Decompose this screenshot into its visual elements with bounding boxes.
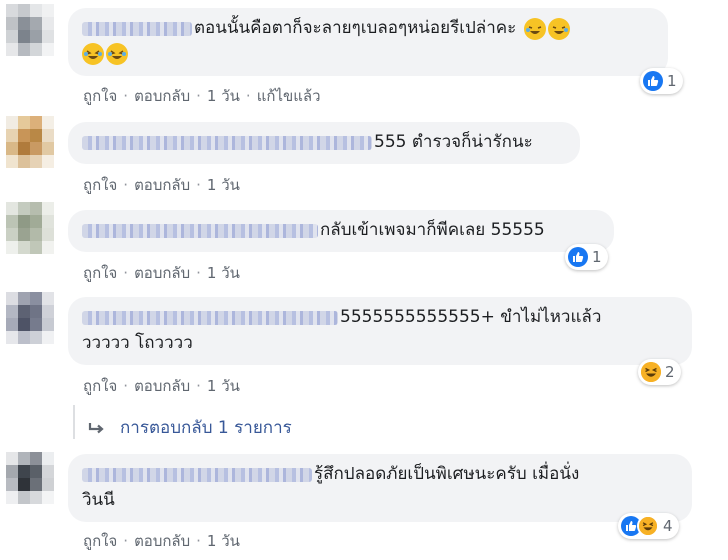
rofl-emoji-icon xyxy=(523,17,546,40)
timestamp[interactable]: 1 วัน xyxy=(207,87,240,105)
laughing-emoji-icon xyxy=(82,42,104,65)
avatar[interactable] xyxy=(6,452,54,504)
like-icon xyxy=(568,247,588,267)
commenter-name[interactable] xyxy=(82,21,192,36)
reply-button[interactable]: ตอบกลับ xyxy=(134,532,190,550)
like-icon xyxy=(643,71,663,91)
timestamp[interactable]: 1 วัน xyxy=(207,176,240,194)
haha-icon xyxy=(641,362,661,382)
timestamp[interactable]: 1 วัน xyxy=(207,377,240,395)
haha-icon xyxy=(637,515,659,537)
like-button[interactable]: ถูกใจ xyxy=(83,176,117,194)
commenter-name[interactable] xyxy=(82,223,318,238)
reply-thread-line xyxy=(73,405,75,439)
timestamp[interactable]: 1 วัน xyxy=(207,532,240,550)
comment-bubble: ตอนนั้นคือตาก็จะลายๆเบลอๆหน่อยรีเปล่าคะ xyxy=(68,8,668,76)
laughing-emoji-icon xyxy=(106,42,128,65)
comment-actions: ถูกใจ · ตอบกลับ · 1 วัน xyxy=(83,264,240,282)
like-button[interactable]: ถูกใจ xyxy=(83,377,117,395)
reaction-summary[interactable]: 1 xyxy=(565,244,608,270)
commenter-name[interactable] xyxy=(82,135,372,150)
reaction-count: 2 xyxy=(665,363,675,381)
comment-text: กลับเข้าเพจมาก็พีคเลย 55555 xyxy=(320,220,545,240)
comment-bubble: กลับเข้าเพจมาก็พีคเลย 55555 xyxy=(68,210,614,252)
like-button[interactable]: ถูกใจ xyxy=(83,87,117,105)
commenter-name[interactable] xyxy=(82,467,312,482)
comment-actions: ถูกใจ · ตอบกลับ · 1 วัน · แก้ไขแล้ว xyxy=(83,87,321,105)
like-button[interactable]: ถูกใจ xyxy=(83,532,117,550)
comment-text: 5555555555555+ ขำไม่ไหวแล้ว xyxy=(340,307,602,327)
reaction-summary[interactable]: 4 xyxy=(618,513,679,539)
comment-text-line2: ววววว โถวววว xyxy=(82,332,193,353)
rofl-emoji-icon xyxy=(547,17,570,40)
comment-text-line2: วินนี xyxy=(82,489,115,510)
view-replies-label[interactable]: การตอบกลับ 1 รายการ xyxy=(120,414,292,441)
comment-text: 555 ตำรวจก็น่ารักนะ xyxy=(374,132,533,152)
timestamp[interactable]: 1 วัน xyxy=(207,264,240,282)
comment-bubble: รู้สึกปลอดภัยเป็นพิเศษนะครับ เมื่อนั่ง ว… xyxy=(68,454,692,522)
view-replies-link[interactable]: การตอบกลับ 1 รายการ xyxy=(88,414,292,441)
avatar[interactable] xyxy=(6,116,54,168)
reply-button[interactable]: ตอบกลับ xyxy=(134,176,190,194)
comment-actions: ถูกใจ · ตอบกลับ · 1 วัน xyxy=(83,377,240,395)
comment-actions: ถูกใจ · ตอบกลับ · 1 วัน xyxy=(83,176,240,194)
reply-button[interactable]: ตอบกลับ xyxy=(134,87,190,105)
comment-actions: ถูกใจ · ตอบกลับ · 1 วัน xyxy=(83,532,240,550)
reaction-summary[interactable]: 2 xyxy=(638,359,681,385)
avatar[interactable] xyxy=(6,202,54,254)
commenter-name[interactable] xyxy=(82,310,338,325)
comment-bubble: 555 ตำรวจก็น่ารักนะ xyxy=(68,122,580,164)
comment-text: รู้สึกปลอดภัยเป็นพิเศษนะครับ เมื่อนั่ง xyxy=(314,464,580,484)
edited-label[interactable]: แก้ไขแล้ว xyxy=(257,87,321,105)
like-button[interactable]: ถูกใจ xyxy=(83,264,117,282)
avatar[interactable] xyxy=(6,4,54,56)
reply-button[interactable]: ตอบกลับ xyxy=(134,377,190,395)
comment-bubble: 5555555555555+ ขำไม่ไหวแล้ว ววววว โถวววว xyxy=(68,297,692,365)
reply-arrow-icon xyxy=(88,421,106,435)
reaction-summary[interactable]: 1 xyxy=(640,68,683,94)
reaction-count: 4 xyxy=(663,517,673,535)
avatar[interactable] xyxy=(6,292,54,344)
comment-text: ตอนนั้นคือตาก็จะลายๆเบลอๆหน่อยรีเปล่าคะ xyxy=(194,18,517,38)
reaction-count: 1 xyxy=(667,72,677,90)
reply-button[interactable]: ตอบกลับ xyxy=(134,264,190,282)
reaction-count: 1 xyxy=(592,248,602,266)
